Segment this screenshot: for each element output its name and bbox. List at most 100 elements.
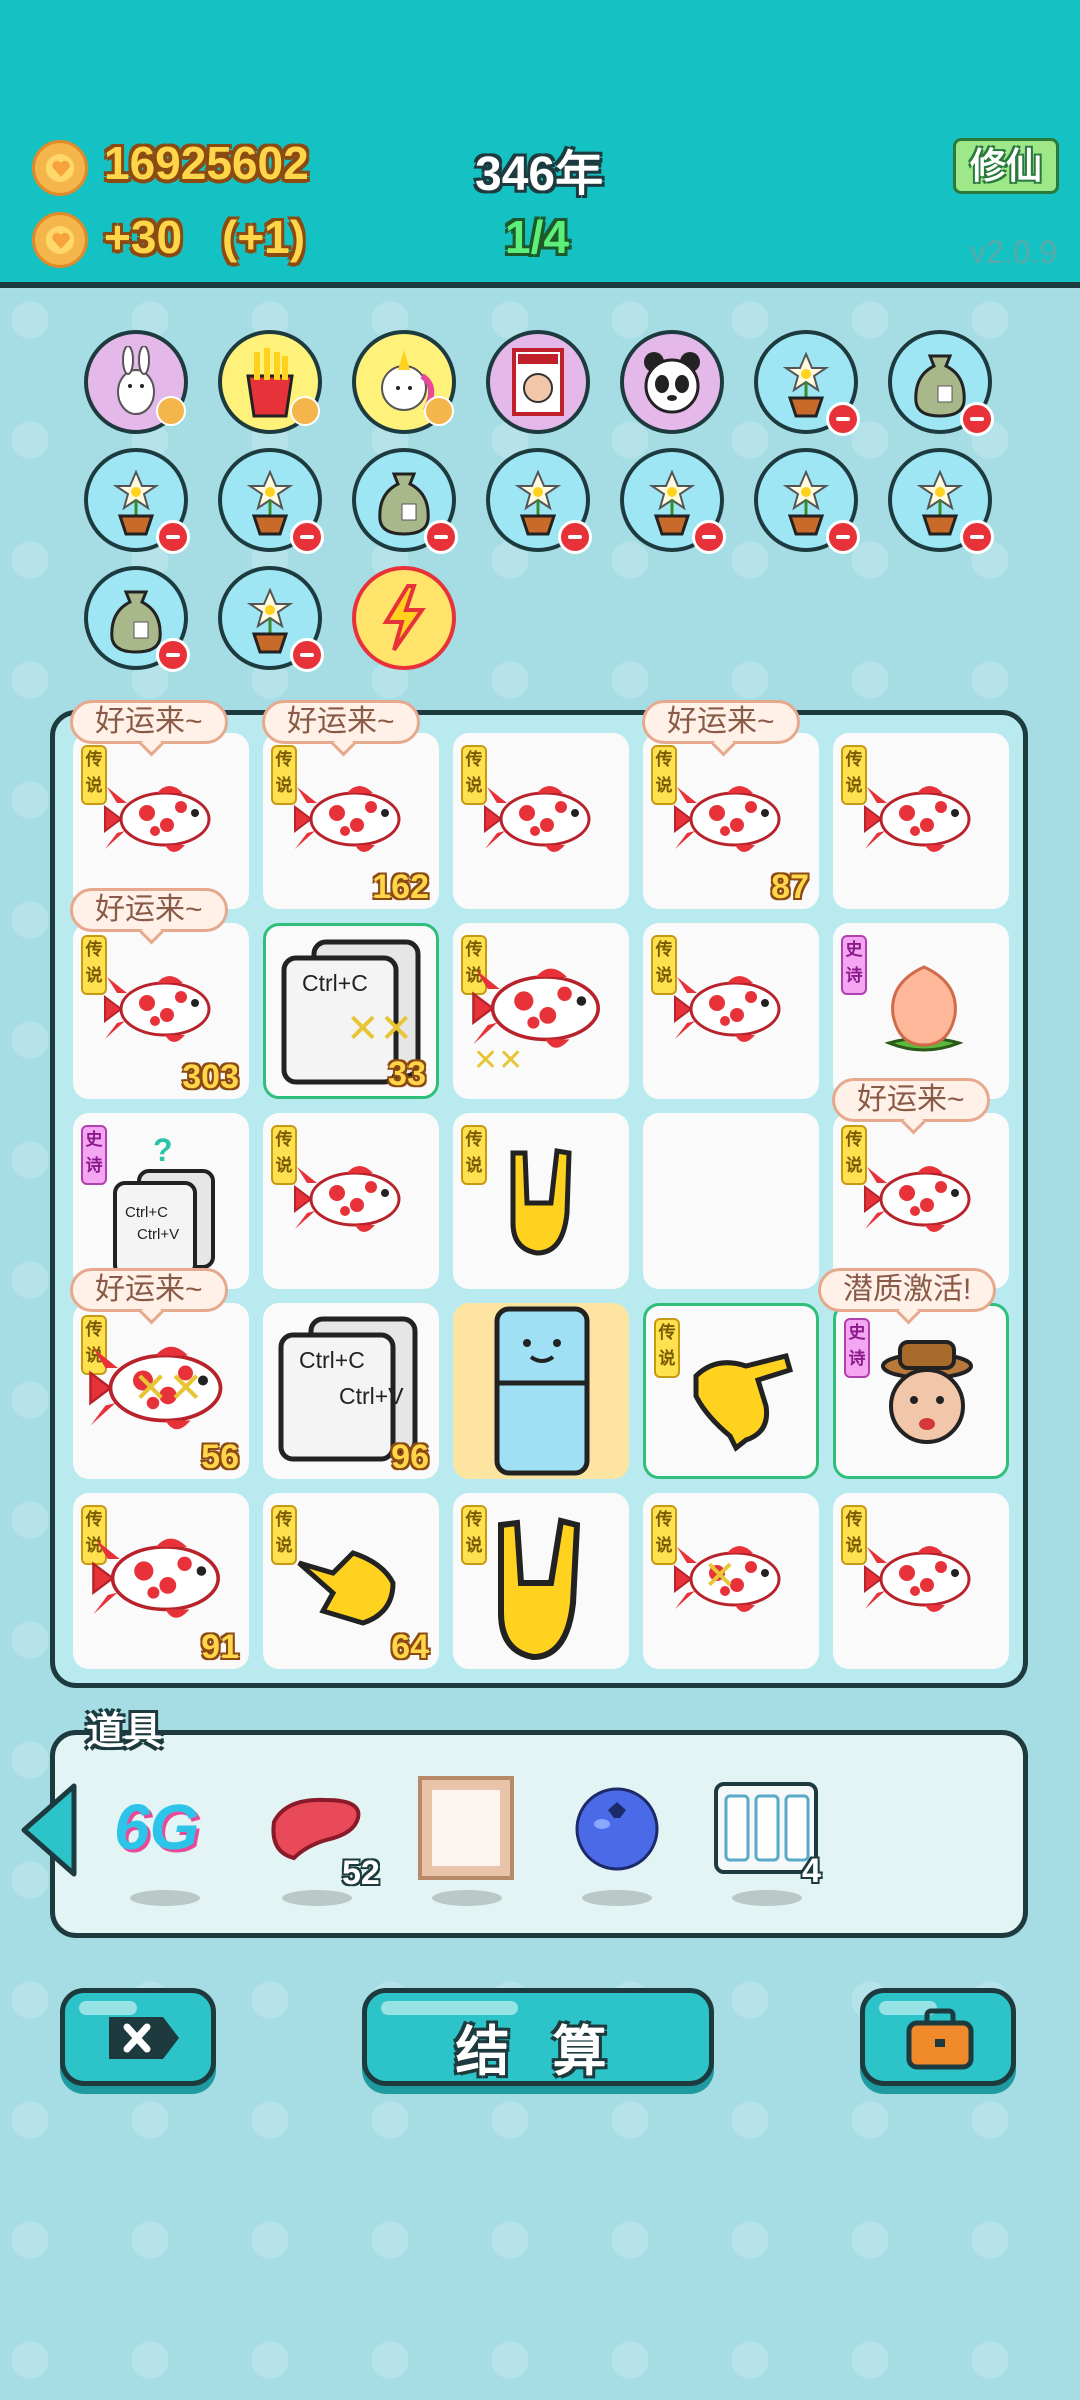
pointing-hand-icon (693, 1352, 794, 1452)
remove-badge-icon[interactable] (960, 402, 994, 436)
coin-total: 16925602 (104, 137, 309, 189)
item-count: 87 (771, 868, 809, 906)
board-cell-pointing-hand[interactable]: 传说 64 (263, 1493, 439, 1669)
remove-badge-icon[interactable] (960, 520, 994, 554)
board-cell-fish[interactable]: 传说 91 (73, 1493, 249, 1669)
briefcase-button[interactable] (860, 1988, 1016, 2086)
board-cell-old-man[interactable]: 史诗 (833, 1303, 1009, 1479)
koi-fish-icon (673, 784, 781, 854)
collected-item-flower-pot[interactable] (218, 566, 324, 672)
epic-tag: 史诗 (844, 1318, 870, 1378)
tool-liver[interactable]: 52 (262, 1770, 380, 1892)
remove-badge-icon[interactable] (290, 638, 324, 672)
income-value: +30 (104, 211, 183, 263)
item-count: 303 (182, 1058, 239, 1096)
board-cell-fridge[interactable] (453, 1303, 629, 1479)
hit-effect-icon: ✕✕ (346, 1007, 414, 1051)
board-cell-fish[interactable]: 传说 56 ✕✕ (73, 1303, 249, 1479)
board-cell-fish[interactable]: 传说 87 (643, 733, 819, 909)
board-cell-fish[interactable]: 传说 (263, 1113, 439, 1289)
settle-button[interactable]: 结 算 (362, 1988, 714, 2086)
board-cell-rock-hand[interactable]: 传说 (453, 1113, 629, 1289)
board-cell-empty[interactable] (643, 1113, 819, 1289)
board-cell-fish[interactable]: 传说 (643, 923, 819, 1099)
scroll-left-arrow-icon[interactable] (16, 1780, 80, 1880)
tool-shadow (582, 1890, 652, 1906)
board-cell-fish[interactable]: 传说 ✕ (643, 1493, 819, 1669)
remove-badge-icon[interactable] (156, 520, 190, 554)
board-cell-pointing-hand[interactable]: 传说 (643, 1303, 819, 1479)
panda-icon (644, 352, 700, 414)
board-cell-unknown-copy[interactable]: 史诗 ? Ctrl+C Ctrl+V (73, 1113, 249, 1289)
close-button[interactable] (60, 1988, 216, 2086)
epic-tag: 史诗 (81, 1125, 107, 1185)
collected-item-sack[interactable] (888, 330, 994, 436)
item-count: 162 (372, 868, 429, 906)
svg-text:Ctrl+C: Ctrl+C (125, 1204, 168, 1221)
board-cell-copy-paste[interactable]: Ctrl+C 33 ✕✕ (263, 923, 439, 1099)
remove-badge-icon[interactable] (826, 402, 860, 436)
collected-item-flower-pot[interactable] (620, 448, 726, 554)
collected-item-lightning[interactable] (352, 566, 456, 670)
board-cell-rock-hand[interactable]: 传说 (453, 1493, 629, 1669)
collected-item-unicorn[interactable] (352, 330, 456, 434)
xiuxian-button[interactable]: 修仙 (953, 138, 1059, 194)
collected-item-flower-pot[interactable] (888, 448, 994, 554)
collected-item-flower-pot[interactable] (754, 330, 860, 436)
remove-badge-icon[interactable] (156, 638, 190, 672)
remove-badge-icon[interactable] (424, 520, 458, 554)
collected-item-fries[interactable] (218, 330, 322, 434)
top-bar-border (0, 282, 1080, 288)
remove-badge-icon[interactable] (826, 520, 860, 554)
board-cell-fish[interactable]: 传说 (73, 733, 249, 909)
luck-bubble: 好运来~ (262, 700, 420, 744)
board-cell-fish[interactable]: 传说 (833, 1113, 1009, 1289)
collected-item-flower-pot[interactable] (486, 448, 592, 554)
remove-badge-icon[interactable] (692, 520, 726, 554)
heart-coin-badge-icon (156, 396, 186, 426)
collected-item-flower-pot[interactable] (84, 448, 190, 554)
collected-item-flower-pot[interactable] (218, 448, 324, 554)
board-cell-peach[interactable]: 史诗 (833, 923, 1009, 1099)
board-cell-fish[interactable]: 传说 ✕✕ (453, 923, 629, 1099)
fridge-icon (494, 1306, 590, 1476)
board-cell-fish[interactable]: 传说 303 (73, 923, 249, 1099)
tool-6g[interactable]: 6G (110, 1770, 220, 1880)
board-cell-fish[interactable]: 传说 162 (263, 733, 439, 909)
board-cell-fish[interactable]: 传说 (833, 1493, 1009, 1669)
collected-item-sack[interactable] (84, 566, 190, 672)
close-icon (109, 2017, 179, 2059)
collected-item-sack[interactable] (352, 448, 458, 554)
remove-badge-icon[interactable] (558, 520, 592, 554)
tool-blueberry[interactable] (562, 1770, 672, 1880)
luck-bubble: 好运来~ (70, 1268, 228, 1312)
luck-bubble: 好运来~ (832, 1078, 990, 1122)
board-cell-fish[interactable]: 传说 (453, 733, 629, 909)
collected-item-time-magazine[interactable] (486, 330, 590, 434)
liver-count: 52 (342, 1854, 380, 1892)
item-count: 91 (201, 1628, 239, 1666)
koi-fish-icon (863, 784, 971, 854)
round-counter: 1/4 (505, 211, 569, 263)
hit-effect-icon: ✕✕ (133, 1364, 204, 1411)
ctrl-v-label: Ctrl+V (339, 1383, 404, 1409)
collected-item-panda[interactable] (620, 330, 724, 434)
old-man-icon (881, 1340, 973, 1444)
peach-icon (884, 965, 964, 1052)
slot-board: 传说 传说 162 传说 传说 87 传说 传说 303 Ctrl+C 33 ✕… (50, 710, 1028, 1688)
item-count: 64 (391, 1628, 429, 1666)
item-count: 56 (201, 1438, 239, 1476)
collected-item-rabbit[interactable] (84, 330, 188, 434)
collected-item-flower-pot[interactable] (754, 448, 860, 554)
koi-fish-icon (103, 974, 211, 1044)
board-cell-fish[interactable]: 传说 (833, 733, 1009, 909)
board-cell-copy-paste[interactable]: Ctrl+C Ctrl+V 96 (263, 1303, 439, 1479)
koi-fish-icon (863, 1544, 971, 1614)
tool-frame[interactable] (412, 1770, 522, 1880)
rock-hand-icon (498, 1517, 581, 1661)
pointing-hand-icon (297, 1550, 396, 1626)
item-count: 33 (388, 1055, 426, 1093)
luck-bubble: 好运来~ (642, 700, 800, 744)
tool-battery[interactable]: 4 (710, 1770, 821, 1890)
remove-badge-icon[interactable] (290, 520, 324, 554)
